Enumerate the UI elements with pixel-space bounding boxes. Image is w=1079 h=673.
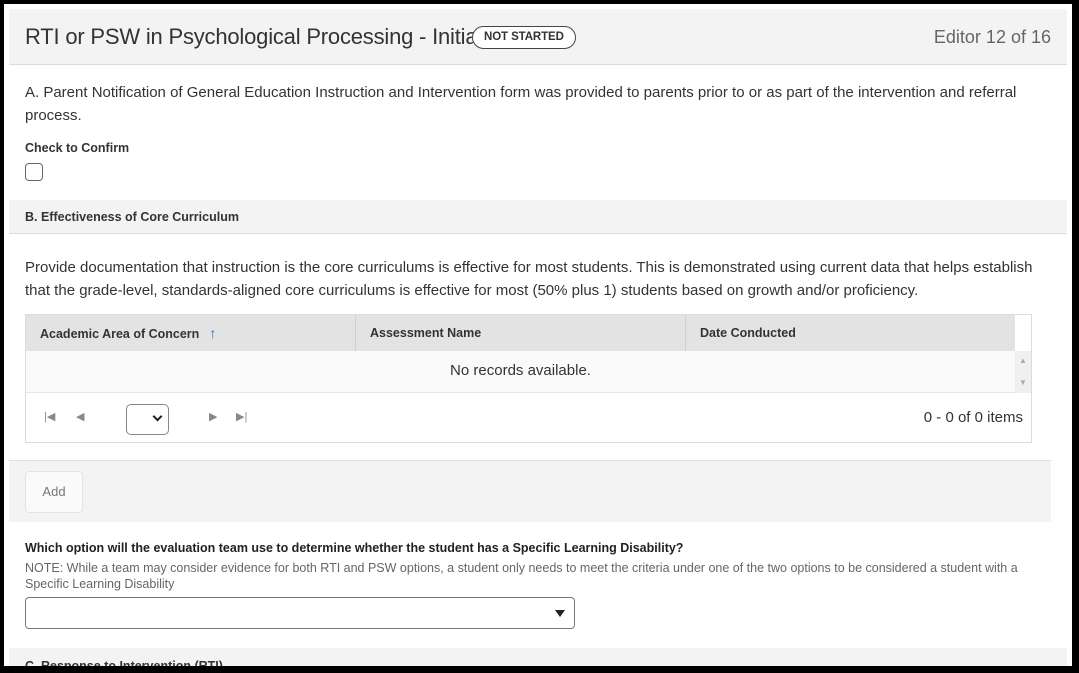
first-page-icon[interactable]: |◀ bbox=[44, 410, 55, 423]
editor-panel: RTI or PSW in Psychological Processing -… bbox=[4, 4, 1068, 666]
sld-question-note: NOTE: While a team may consider evidence… bbox=[25, 561, 1018, 591]
last-page-icon[interactable]: ▶| bbox=[236, 410, 247, 423]
grid-pager: |◀ ◀ ▶ ▶| 0 - 0 of 0 items bbox=[26, 394, 1031, 442]
check-to-confirm-label: Check to Confirm bbox=[25, 141, 130, 155]
section-b-title: B. Effectiveness of Core Curriculum bbox=[25, 210, 239, 224]
sld-option-dropdown[interactable] bbox=[25, 597, 575, 629]
assessment-grid: Academic Area of Concern ↑ Assessment Nam… bbox=[25, 314, 1032, 443]
grid-body: No records available. ▲ ▼ bbox=[26, 351, 1031, 393]
confirm-checkbox[interactable] bbox=[25, 163, 43, 181]
column-header-date-conducted[interactable]: Date Conducted bbox=[686, 315, 1015, 351]
page-size-select[interactable] bbox=[126, 404, 169, 435]
caret-down-icon bbox=[555, 610, 565, 617]
editor-header: RTI or PSW in Psychological Processing -… bbox=[9, 9, 1067, 65]
scroll-up-icon[interactable]: ▲ bbox=[1019, 356, 1027, 365]
next-page-icon[interactable]: ▶ bbox=[209, 410, 217, 423]
grid-scrollbar[interactable]: ▲ ▼ bbox=[1015, 351, 1031, 393]
pager-info: 0 - 0 of 0 items bbox=[923, 409, 1023, 426]
column-header-academic-area[interactable]: Academic Area of Concern ↑ bbox=[26, 315, 356, 351]
grid-header: Academic Area of Concern ↑ Assessment Nam… bbox=[26, 315, 1015, 351]
scroll-down-icon[interactable]: ▼ bbox=[1019, 378, 1027, 387]
section-c-title: C. Response to Intervention (RTI) bbox=[25, 659, 223, 666]
sld-question-label: Which option will the evaluation team us… bbox=[25, 541, 684, 555]
section-c-header: C. Response to Intervention (RTI) bbox=[9, 648, 1067, 666]
chevron-down-icon bbox=[152, 411, 163, 422]
section-a-text: A. Parent Notification of General Educat… bbox=[25, 84, 1017, 124]
no-records-message: No records available. bbox=[450, 362, 591, 379]
prev-page-icon[interactable]: ◀ bbox=[76, 410, 84, 423]
column-header-assessment-name[interactable]: Assessment Name bbox=[356, 315, 686, 351]
right-gutter bbox=[1068, 4, 1072, 666]
editor-title: RTI or PSW in Psychological Processing -… bbox=[25, 24, 483, 49]
add-button[interactable]: Add bbox=[25, 471, 83, 513]
add-toolbar: Add bbox=[9, 460, 1051, 522]
section-b-header: B. Effectiveness of Core Curriculum bbox=[9, 200, 1067, 234]
column-label: Assessment Name bbox=[370, 326, 482, 340]
column-label: Date Conducted bbox=[700, 326, 796, 340]
status-badge: NOT STARTED bbox=[472, 26, 576, 49]
editor-counter: Editor 12 of 16 bbox=[933, 27, 1051, 47]
arrow-up-icon: ↑ bbox=[209, 325, 217, 341]
section-b-text: Provide documentation that instruction i… bbox=[25, 259, 1033, 299]
column-label: Academic Area of Concern bbox=[40, 327, 200, 341]
